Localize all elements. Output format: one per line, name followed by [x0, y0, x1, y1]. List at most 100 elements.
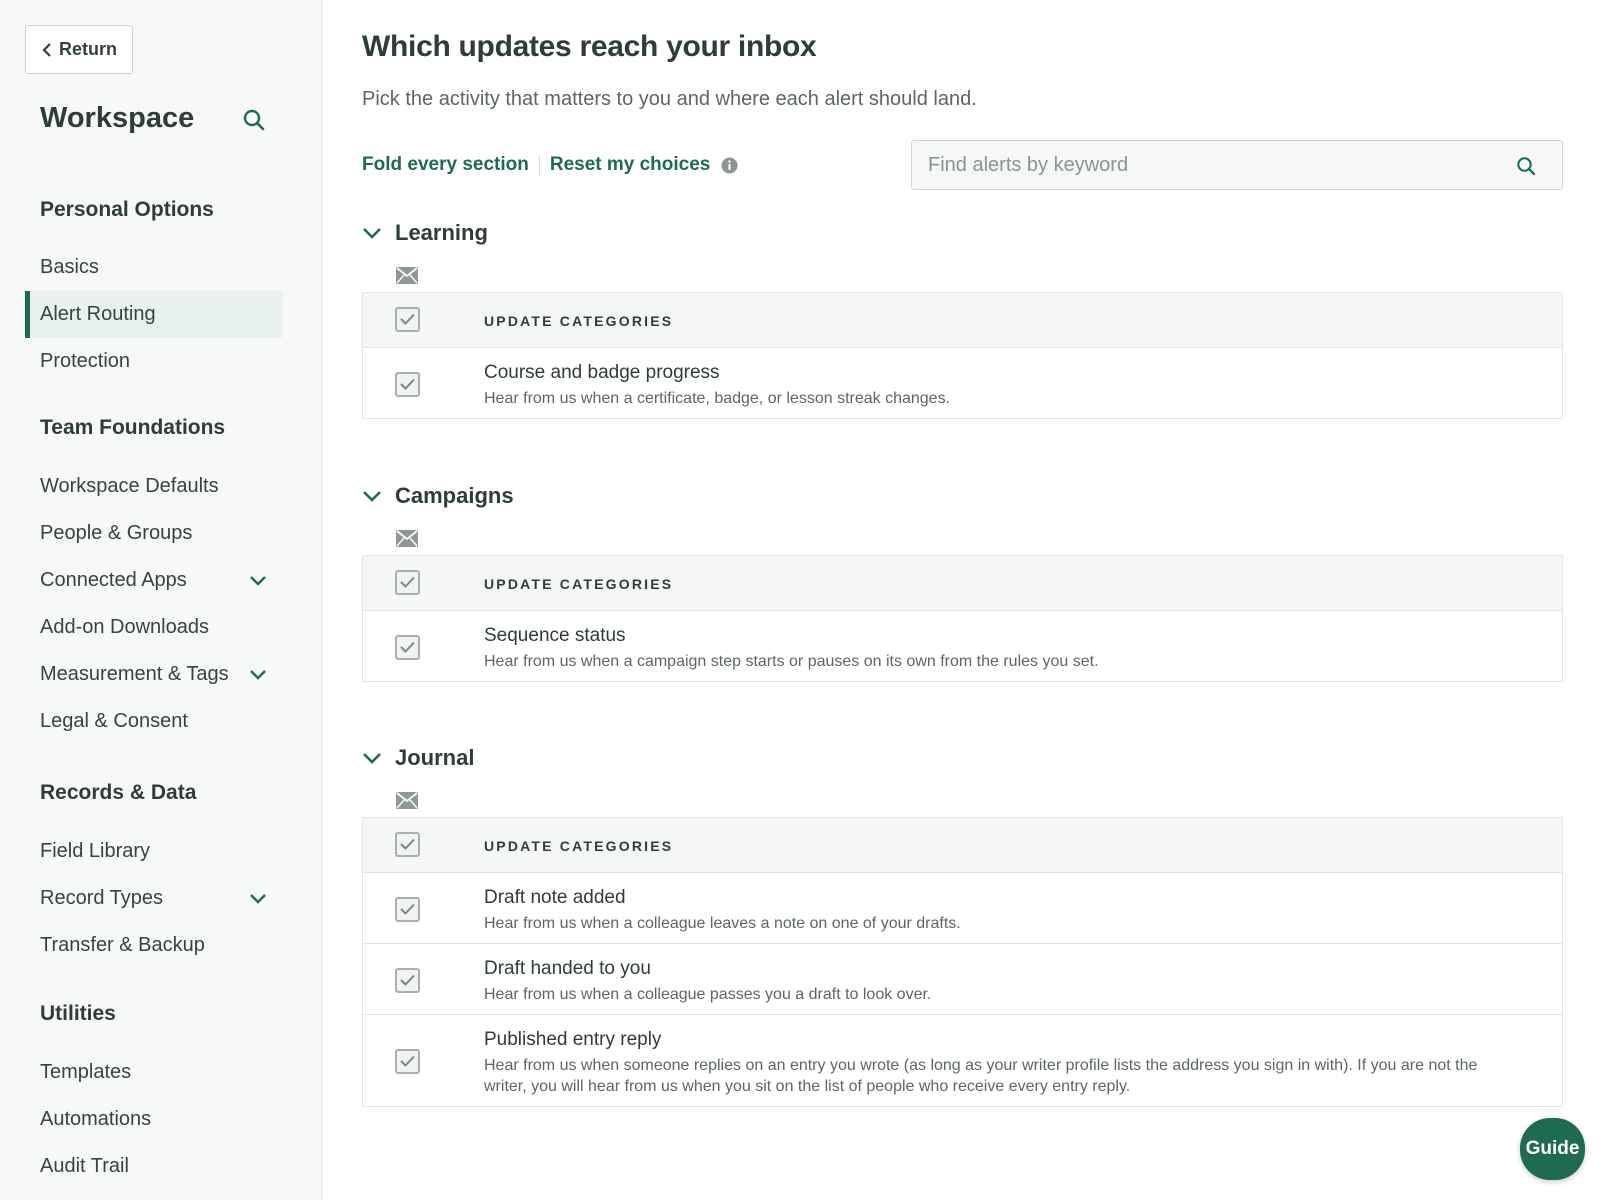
- sidebar-item-workspace-defaults[interactable]: Workspace Defaults: [25, 463, 283, 510]
- sidebar-item-addon-downloads[interactable]: Add-on Downloads: [25, 604, 283, 651]
- sidebar-item-field-library[interactable]: Field Library: [25, 828, 283, 875]
- select-all-checkbox[interactable]: [395, 570, 420, 595]
- column-header: UPDATE CATEGORIES: [484, 576, 674, 592]
- nav-heading: Team Foundations: [40, 416, 226, 439]
- chevron-down-icon[interactable]: [249, 573, 267, 587]
- select-all-checkbox[interactable]: [395, 307, 420, 332]
- nav-section-records-data: Records & Data Field Library Record Type…: [0, 779, 322, 969]
- sidebar-item-label: Connected Apps: [40, 569, 187, 591]
- sidebar-item-people-groups[interactable]: People & Groups: [25, 510, 283, 557]
- nav-heading: Records & Data: [40, 781, 197, 804]
- sidebar-item-measurement-tags[interactable]: Measurement & Tags: [25, 651, 283, 698]
- sidebar-item-label: Measurement & Tags: [40, 663, 229, 685]
- section-title: Campaigns: [395, 483, 514, 508]
- column-header: UPDATE CATEGORIES: [484, 838, 674, 854]
- nav-section-team-foundations: Team Foundations Workspace Defaults Peop…: [0, 414, 322, 745]
- divider: [538, 155, 540, 175]
- check-icon: [400, 378, 415, 390]
- reset-choices-link[interactable]: Reset my choices: [550, 154, 711, 176]
- alert-description: Hear from us when someone replies on an …: [484, 1057, 1478, 1095]
- sidebar-item-automations[interactable]: Automations: [25, 1096, 283, 1143]
- alert-checkbox[interactable]: [395, 897, 420, 922]
- alert-title: Course and badge progress: [484, 362, 720, 383]
- table-row: Published entry reply Hear from us when …: [363, 1014, 1562, 1106]
- table-header: UPDATE CATEGORIES: [363, 293, 1562, 347]
- section-title: Journal: [395, 745, 475, 770]
- chevron-down-icon[interactable]: [249, 891, 267, 905]
- sidebar-item-connected-apps[interactable]: Connected Apps: [25, 557, 283, 604]
- sidebar-item-label: Field Library: [40, 840, 151, 862]
- alert-search: [911, 140, 1563, 190]
- sidebar-item-label: Workspace Defaults: [40, 475, 219, 497]
- table-header: UPDATE CATEGORIES: [363, 818, 1562, 872]
- search-icon[interactable]: [1516, 156, 1536, 176]
- section-toggle[interactable]: Campaigns: [362, 481, 1563, 511]
- alert-checkbox[interactable]: [395, 635, 420, 660]
- sidebar-item-templates[interactable]: Templates: [25, 1049, 283, 1096]
- info-icon[interactable]: [721, 157, 738, 174]
- chevron-left-icon: [42, 42, 51, 57]
- alert-title: Sequence status: [484, 625, 626, 646]
- page-subtitle: Pick the activity that matters to you an…: [362, 88, 977, 110]
- check-icon: [400, 641, 415, 653]
- alert-title: Draft handed to you: [484, 958, 651, 979]
- alert-description: Hear from us when a colleague leaves a n…: [484, 915, 961, 932]
- fold-all-link[interactable]: Fold every section: [362, 154, 529, 176]
- alert-text: Draft note added Hear from us when a col…: [484, 887, 1522, 934]
- section-journal: Journal UPDATE CATEGORIES Draft note add…: [362, 743, 1563, 1107]
- section-learning: Learning UPDATE CATEGORIES Course and ba…: [362, 218, 1563, 419]
- sidebar-item-audit-trail[interactable]: Audit Trail: [25, 1143, 283, 1190]
- section-toggle[interactable]: Journal: [362, 743, 1563, 773]
- chevron-down-icon: [363, 753, 381, 764]
- sidebar-item-label: Automations: [40, 1108, 152, 1130]
- alert-description: Hear from us when a campaign step starts…: [484, 653, 1099, 670]
- table-header: UPDATE CATEGORIES: [363, 556, 1562, 610]
- sidebar-item-label: People & Groups: [40, 522, 193, 544]
- select-all-checkbox[interactable]: [395, 832, 420, 857]
- check-icon: [400, 1055, 415, 1067]
- guide-button[interactable]: Guide: [1520, 1118, 1585, 1180]
- check-icon: [400, 838, 415, 850]
- section-campaigns: Campaigns UPDATE CATEGORIES Sequence sta…: [362, 481, 1563, 682]
- return-button[interactable]: Return: [25, 25, 133, 74]
- section-toggle[interactable]: Learning: [362, 218, 1563, 248]
- table-row: Draft handed to you Hear from us when a …: [363, 943, 1562, 1014]
- sidebar-item-label: Audit Trail: [40, 1155, 129, 1177]
- check-icon: [400, 974, 415, 986]
- alert-description: Hear from us when a colleague passes you…: [484, 986, 932, 1003]
- mail-icon: [396, 267, 418, 284]
- sidebar-item-basics[interactable]: Basics: [25, 244, 283, 291]
- search-icon[interactable]: [242, 108, 266, 132]
- table-row: Draft note added Hear from us when a col…: [363, 872, 1562, 943]
- alert-checkbox[interactable]: [395, 968, 420, 993]
- sidebar-item-alert-routing[interactable]: Alert Routing: [25, 291, 283, 338]
- chevron-down-icon[interactable]: [249, 667, 267, 681]
- alert-checkbox[interactable]: [395, 1049, 420, 1074]
- sidebar: Return Workspace Personal Options Basics…: [0, 0, 322, 1200]
- sidebar-item-legal-consent[interactable]: Legal & Consent: [25, 698, 283, 745]
- alert-title: Draft note added: [484, 887, 626, 908]
- column-header: UPDATE CATEGORIES: [484, 313, 674, 329]
- alert-text: Sequence status Hear from us when a camp…: [484, 625, 1522, 672]
- alert-text: Published entry reply Hear from us when …: [484, 1029, 1522, 1097]
- mail-icon: [396, 530, 418, 547]
- table-row: Course and badge progress Hear from us w…: [363, 347, 1562, 418]
- nav-section-utilities: Utilities Templates Automations Audit Tr…: [0, 1000, 322, 1190]
- table-row: Sequence status Hear from us when a camp…: [363, 610, 1562, 681]
- alert-checkbox[interactable]: [395, 372, 420, 397]
- workspace-title: Workspace: [40, 102, 195, 134]
- sidebar-item-label: Basics: [40, 256, 99, 278]
- actions-bar: Fold every section Reset my choices: [362, 152, 738, 178]
- mail-icon: [396, 792, 418, 809]
- alert-text: Course and badge progress Hear from us w…: [484, 362, 1522, 409]
- sidebar-item-protection[interactable]: Protection: [25, 338, 283, 385]
- sidebar-item-record-types[interactable]: Record Types: [25, 875, 283, 922]
- check-icon: [400, 576, 415, 588]
- sidebar-item-transfer-backup[interactable]: Transfer & Backup: [25, 922, 283, 969]
- search-input[interactable]: [912, 141, 1472, 189]
- sidebar-item-label: Transfer & Backup: [40, 934, 205, 956]
- alerts-table: UPDATE CATEGORIES Sequence status Hear f…: [362, 555, 1563, 682]
- alerts-table: UPDATE CATEGORIES Draft note added Hear …: [362, 817, 1563, 1107]
- alert-description: Hear from us when a certificate, badge, …: [484, 390, 951, 407]
- sidebar-item-label: Templates: [40, 1061, 132, 1083]
